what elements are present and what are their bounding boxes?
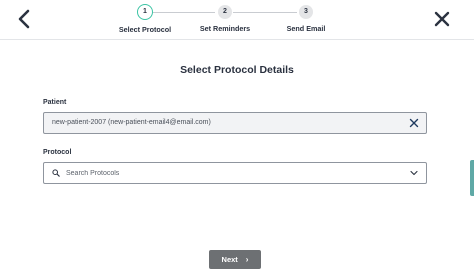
step-label: Select Protocol (118, 25, 172, 34)
page-title: Select Protocol Details (180, 64, 294, 76)
step-number: 3 (299, 5, 313, 19)
patient-label: Patient (43, 99, 67, 106)
close-button[interactable] (432, 9, 452, 29)
step-set-reminders: 2 Set Reminders (185, 4, 265, 33)
step-number: 2 (218, 5, 232, 19)
top-bar: 1 Select Protocol 2 Set Reminders 3 Send… (0, 0, 474, 40)
chevron-right-icon: › (245, 255, 249, 264)
edge-accent (470, 160, 474, 196)
step-send-email: 3 Send Email (266, 4, 346, 33)
chevron-down-icon[interactable] (410, 170, 418, 176)
patient-field[interactable]: new-patient-2007 (new-patient-email4@ema… (43, 112, 427, 134)
protocol-search-input[interactable] (66, 166, 386, 180)
search-icon (52, 169, 60, 177)
close-icon (434, 11, 450, 27)
progress-stepper: 1 Select Protocol 2 Set Reminders 3 Send… (108, 4, 338, 36)
patient-value: new-patient-2007 (new-patient-email4@ema… (52, 119, 211, 126)
step-label: Set Reminders (199, 24, 251, 33)
step-select-protocol: 1 Select Protocol (105, 4, 185, 34)
next-button[interactable]: Next › (209, 250, 261, 269)
step-label: Send Email (286, 24, 326, 33)
protocol-select[interactable] (43, 162, 427, 184)
close-icon (409, 118, 419, 128)
chevron-left-icon (18, 9, 30, 29)
next-button-label: Next (221, 255, 238, 264)
step-number: 1 (137, 4, 153, 20)
clear-patient-button[interactable] (409, 118, 419, 128)
back-button[interactable] (14, 8, 36, 30)
protocol-label: Protocol (43, 149, 72, 156)
